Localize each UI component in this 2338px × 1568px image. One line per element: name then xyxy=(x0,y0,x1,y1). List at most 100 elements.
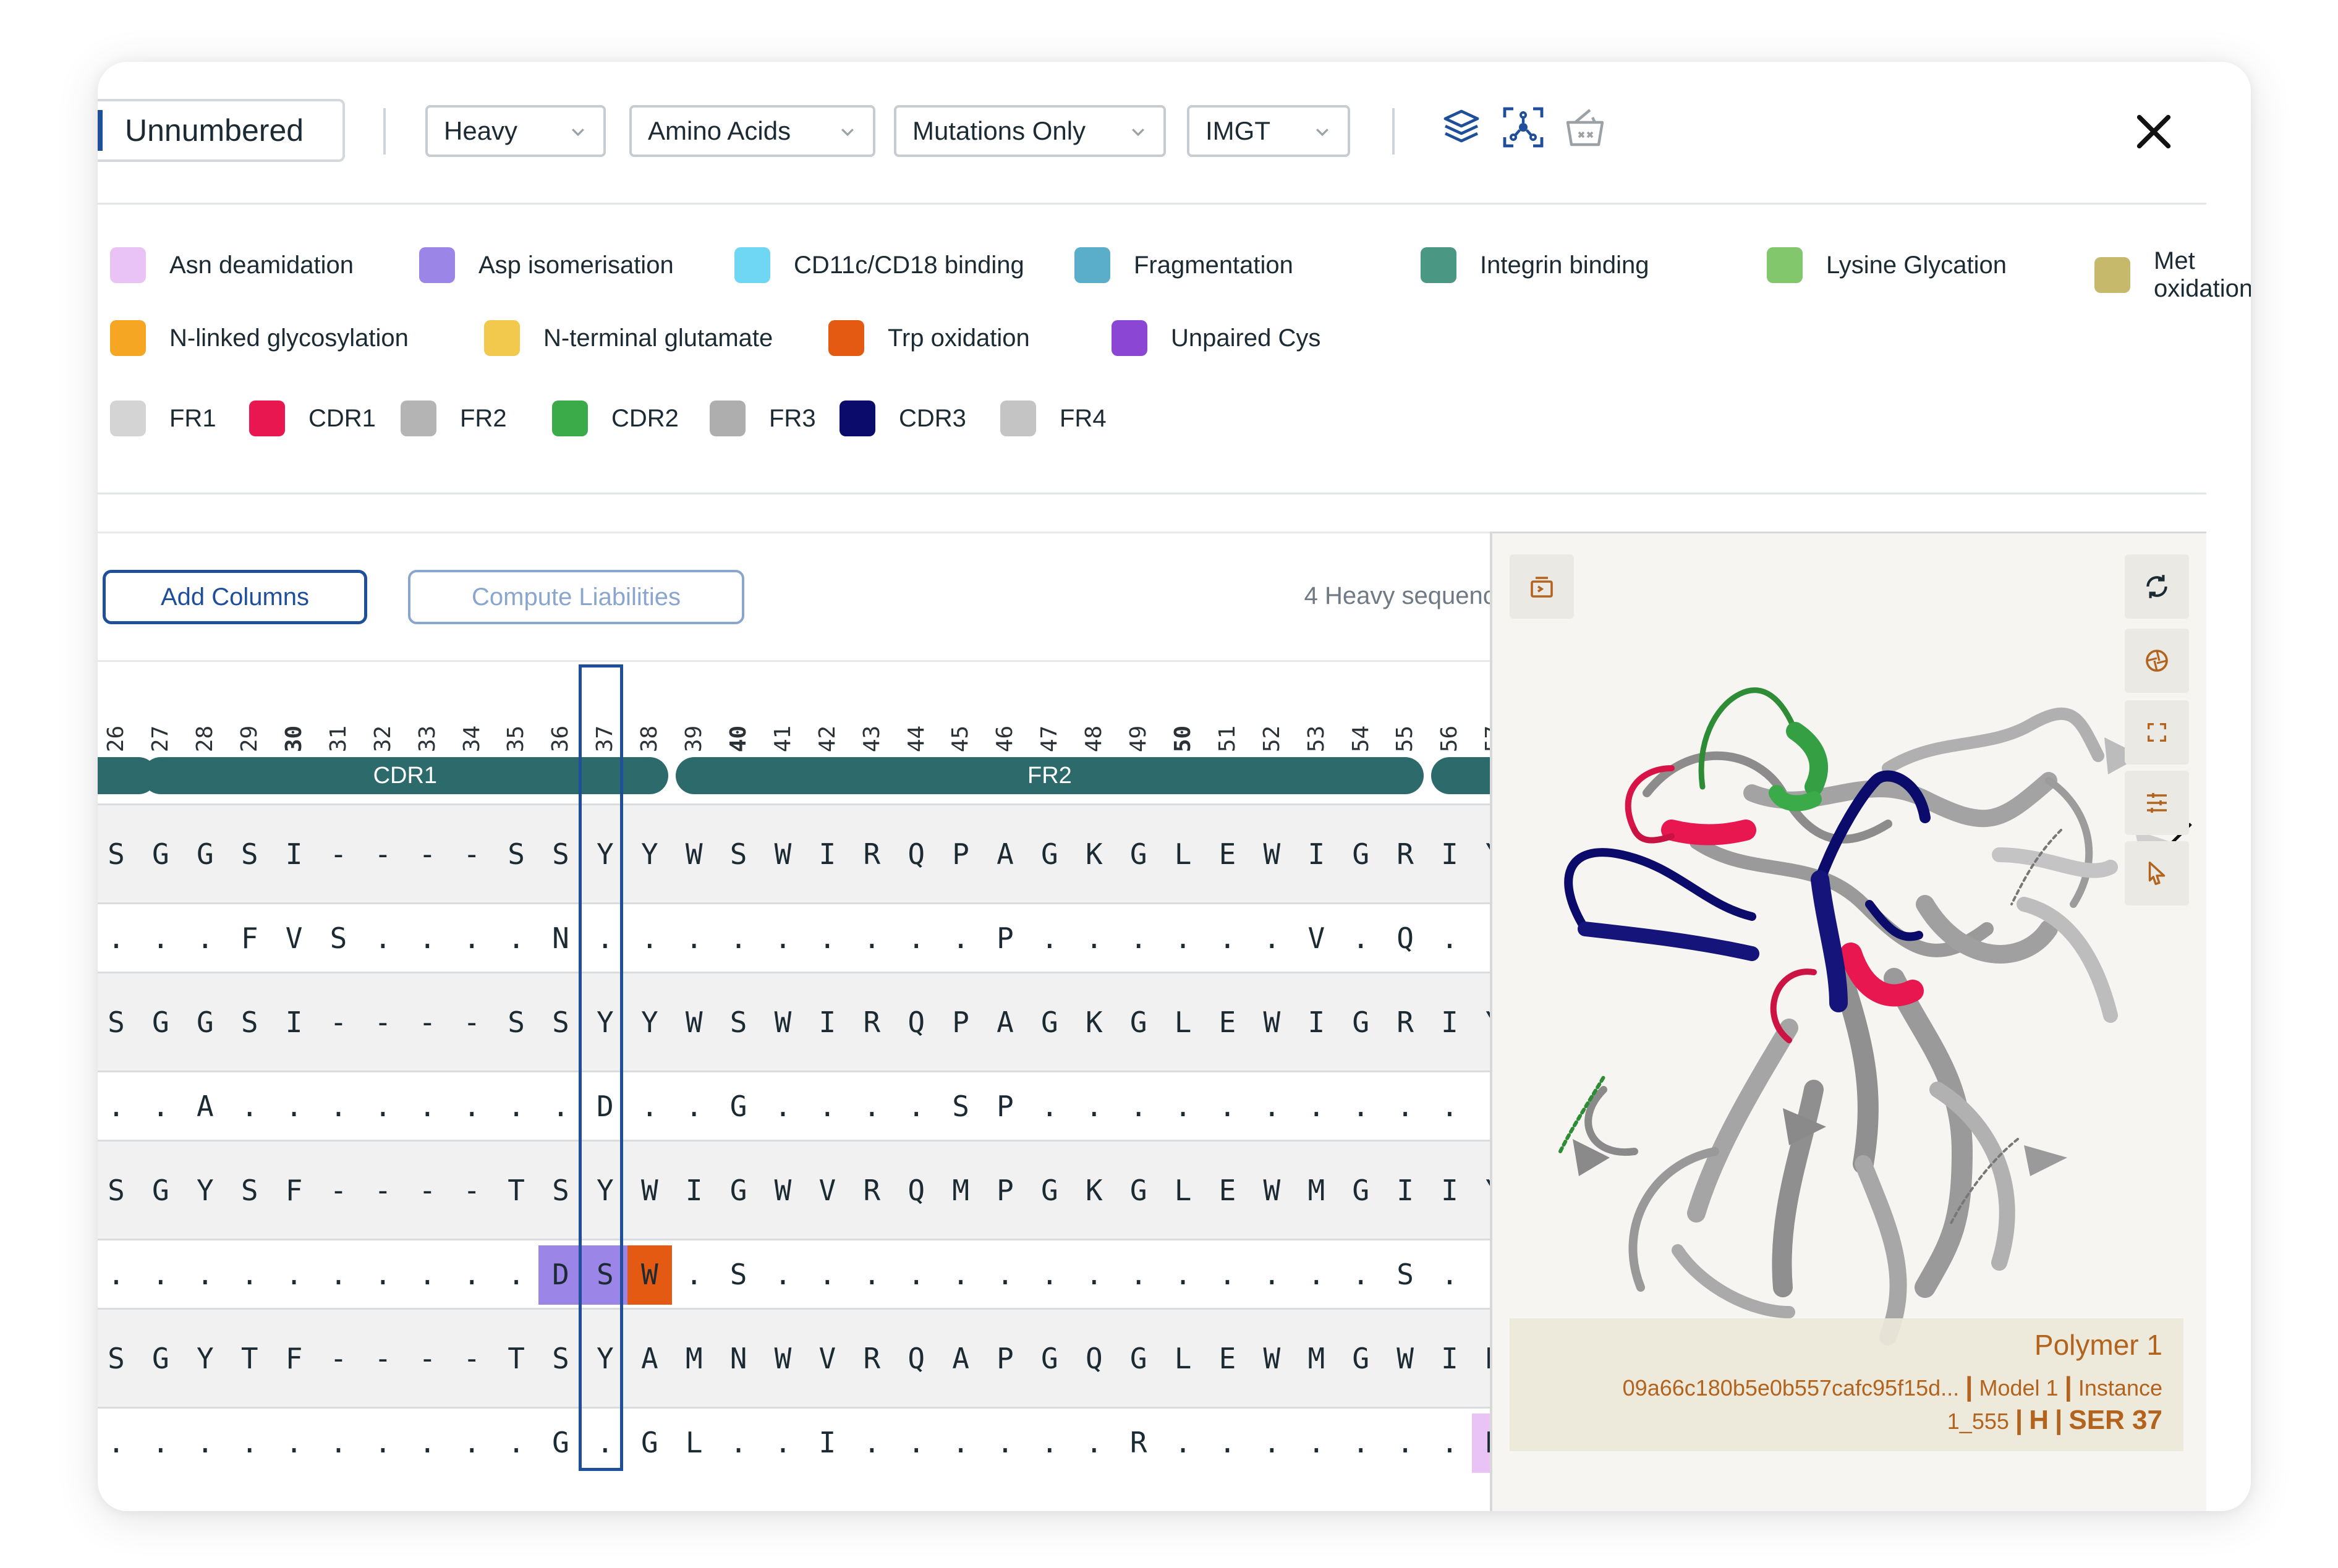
residue-cell[interactable]: . xyxy=(761,1090,806,1123)
view-select[interactable]: Mutations Only xyxy=(894,105,1166,157)
residue-cell[interactable]: - xyxy=(405,1174,449,1207)
residue-cell[interactable]: A xyxy=(938,1342,983,1375)
residue-cell[interactable]: R xyxy=(1383,1006,1427,1039)
residue-cell[interactable]: Y xyxy=(583,1174,627,1207)
residue-cell[interactable]: . xyxy=(1072,1426,1116,1459)
residue-cell[interactable]: Y xyxy=(627,837,672,871)
residue-cell[interactable]: . xyxy=(1072,922,1116,955)
residue-cell[interactable]: W xyxy=(672,837,716,871)
residue-cell[interactable]: R xyxy=(1383,837,1427,871)
mutation-sequence-row[interactable]: ..........G.GL..I......R.......N xyxy=(98,1407,1516,1476)
residue-cell[interactable]: - xyxy=(449,1342,494,1375)
layers-icon[interactable] xyxy=(1439,105,1484,150)
residue-cell[interactable]: G xyxy=(138,837,183,871)
residue-cell[interactable]: . xyxy=(1027,1258,1072,1291)
residue-cell[interactable]: M xyxy=(938,1174,983,1207)
residue-cell[interactable]: . xyxy=(405,922,449,955)
residue-cell[interactable]: V xyxy=(805,1342,849,1375)
column-number[interactable]: 46 xyxy=(983,726,1027,752)
residue-cell[interactable]: . xyxy=(938,1426,983,1459)
residue-cell[interactable]: . xyxy=(583,1426,627,1459)
residue-cell[interactable]: . xyxy=(983,1426,1027,1459)
residue-cell[interactable]: Q xyxy=(894,1174,938,1207)
residue-cell[interactable]: Y xyxy=(183,1174,227,1207)
residue-cell[interactable]: I xyxy=(1427,1342,1472,1375)
residue-cell[interactable]: P xyxy=(983,1174,1027,1207)
residue-cell[interactable]: I xyxy=(805,837,849,871)
column-number[interactable]: 32 xyxy=(360,726,405,752)
residue-cell[interactable]: S xyxy=(538,1342,583,1375)
residue-cell[interactable]: G xyxy=(1116,1006,1161,1039)
residue-cell[interactable]: . xyxy=(272,1426,317,1459)
reference-sequence-row[interactable]: SGYSF----TSYWIGWVRQMPGKGLEWMGIIY xyxy=(98,1140,1503,1239)
residue-cell[interactable]: . xyxy=(1249,1090,1294,1123)
residue-cell[interactable]: . xyxy=(227,1258,272,1291)
residue-cell[interactable]: S xyxy=(227,1006,272,1039)
screenshot-button[interactable] xyxy=(1510,554,1574,619)
residue-cell[interactable]: . xyxy=(272,1090,317,1123)
residue-cell[interactable]: . xyxy=(494,1426,538,1459)
residue-cell[interactable]: I xyxy=(805,1426,849,1459)
residue-cell[interactable]: . xyxy=(405,1090,449,1123)
residue-cell[interactable]: Q xyxy=(894,1006,938,1039)
residue-cell[interactable]: . xyxy=(1338,1258,1383,1291)
residue-cell[interactable]: G xyxy=(138,1174,183,1207)
unnumbered-button[interactable]: Unnumbered xyxy=(98,99,345,162)
residue-cell[interactable]: . xyxy=(138,1426,183,1459)
residue-cell[interactable]: G xyxy=(1338,837,1383,871)
residue-cell[interactable]: A xyxy=(627,1342,672,1375)
residue-cell[interactable]: G xyxy=(1027,1342,1072,1375)
residue-cell[interactable]: S xyxy=(98,1342,138,1375)
residue-cell[interactable]: S xyxy=(494,1006,538,1039)
residue-cell[interactable]: . xyxy=(894,1090,938,1123)
residue-cell[interactable]: G xyxy=(1116,837,1161,871)
residue-cell[interactable]: . xyxy=(761,1426,806,1459)
residue-cell[interactable]: L xyxy=(1161,1342,1205,1375)
reference-sequence-row[interactable]: SGGSI----SSYYWSWIRQPAGKGLEWIGRIY xyxy=(98,803,1503,902)
column-number[interactable]: 36 xyxy=(538,726,583,752)
residue-cell[interactable]: K xyxy=(1072,837,1116,871)
residue-cell[interactable]: P xyxy=(983,1342,1027,1375)
column-number[interactable]: 33 xyxy=(405,726,449,752)
residue-cell[interactable]: I xyxy=(672,1174,716,1207)
column-number[interactable]: 53 xyxy=(1294,726,1338,752)
residue-cell[interactable]: . xyxy=(849,1090,894,1123)
column-number[interactable]: 51 xyxy=(1205,726,1250,752)
residue-cell[interactable]: . xyxy=(805,1258,849,1291)
residue-cell[interactable]: I xyxy=(1427,837,1472,871)
residue-cell[interactable]: N xyxy=(716,1342,761,1375)
residue-cell[interactable]: . xyxy=(494,1090,538,1123)
residue-cell[interactable]: F xyxy=(272,1342,317,1375)
residue-cell[interactable]: P xyxy=(938,837,983,871)
residue-cell[interactable]: . xyxy=(98,1258,138,1291)
residue-cell[interactable]: T xyxy=(227,1342,272,1375)
residue-cell[interactable]: W xyxy=(627,1174,672,1207)
residue-cell[interactable]: S xyxy=(538,837,583,871)
residue-cell[interactable]: - xyxy=(317,1006,361,1039)
residue-cell[interactable]: . xyxy=(360,1426,405,1459)
column-number[interactable]: 28 xyxy=(183,726,227,752)
residue-cell[interactable]: . xyxy=(1027,1090,1072,1123)
residue-cell[interactable]: I xyxy=(1427,1174,1472,1207)
column-number[interactable]: 41 xyxy=(761,726,806,752)
residue-cell[interactable]: . xyxy=(360,1090,405,1123)
residue-cell[interactable]: . xyxy=(449,1258,494,1291)
residue-cell[interactable]: T xyxy=(494,1174,538,1207)
residue-cell[interactable]: S xyxy=(98,1174,138,1207)
residue-cell[interactable]: W xyxy=(672,1006,716,1039)
residue-cell[interactable]: M xyxy=(672,1342,716,1375)
residue-cell[interactable]: S xyxy=(98,837,138,871)
column-number[interactable]: 26 xyxy=(98,726,138,752)
residue-cell[interactable]: G xyxy=(1338,1174,1383,1207)
residue-cell[interactable]: . xyxy=(1116,922,1161,955)
compute-liabilities-button[interactable]: Compute Liabilities xyxy=(408,570,744,624)
residue-cell[interactable]: . xyxy=(583,922,627,955)
residue-cell[interactable]: R xyxy=(1116,1426,1161,1459)
residue-cell[interactable]: E xyxy=(1205,1006,1250,1039)
column-number[interactable]: 40 xyxy=(716,726,761,752)
residue-cell[interactable]: . xyxy=(1427,922,1472,955)
column-number[interactable]: 39 xyxy=(672,726,716,752)
mutation-sequence-row[interactable]: ...FVS....N.........P......V.Q. xyxy=(98,902,1490,972)
residue-cell[interactable]: . xyxy=(138,922,183,955)
residue-cell[interactable]: - xyxy=(360,1342,405,1375)
